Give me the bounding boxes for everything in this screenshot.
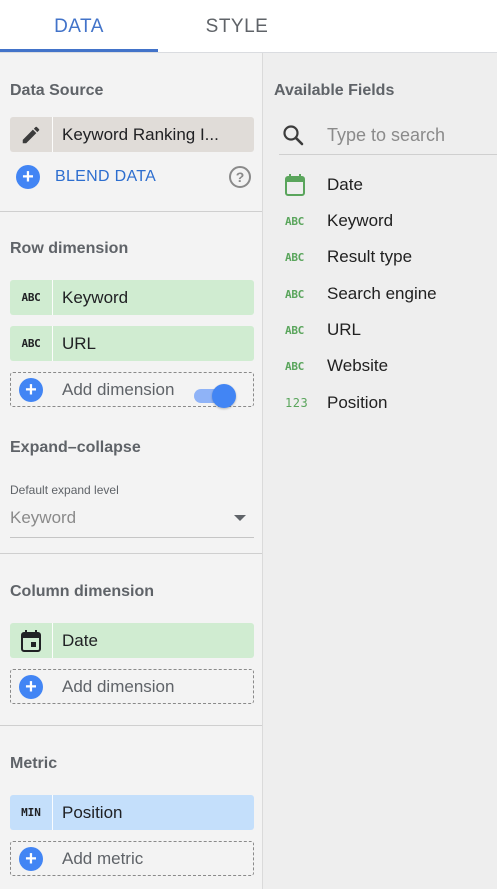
dimension-label: URL: [62, 333, 97, 353]
help-icon[interactable]: ?: [229, 166, 251, 188]
text-type-icon: ABC: [263, 251, 327, 264]
field-name: Search engine: [327, 284, 437, 303]
aggregation-min-icon[interactable]: MIN: [10, 795, 53, 830]
blend-data-label: BLEND DATA: [55, 168, 157, 185]
123-icon: 123: [285, 396, 309, 410]
calendar-icon: [10, 623, 53, 658]
field-item-search-engine[interactable]: ABC Search engine: [263, 277, 497, 311]
column-dimension-title: Column dimension: [10, 583, 154, 600]
field-name: Position: [327, 393, 388, 412]
text-type-icon: ABC: [263, 215, 327, 228]
search-input[interactable]: [327, 121, 497, 149]
add-circle-icon: +: [19, 674, 43, 699]
expand-collapse-title: Expand–collapse: [10, 439, 141, 456]
field-name: Result type: [327, 247, 413, 266]
add-circle-icon: +: [16, 165, 40, 189]
text-type-icon: ABC: [10, 280, 53, 315]
add-metric-label: Add metric: [62, 848, 144, 868]
available-fields-title: Available Fields: [274, 82, 395, 99]
field-name: URL: [327, 320, 362, 339]
text-type-icon: ABC: [263, 288, 327, 301]
data-source-title: Data Source: [10, 82, 104, 99]
add-circle-icon: +: [19, 377, 43, 402]
available-fields-panel: Available Fields Date ABC Keyword ABC Re…: [263, 53, 497, 889]
search-icon: [281, 123, 305, 152]
section-divider: [0, 553, 262, 554]
field-item-website[interactable]: ABC Website: [263, 349, 497, 383]
field-item-result-type[interactable]: ABC Result type: [263, 240, 497, 274]
tab-data[interactable]: DATA: [0, 0, 158, 53]
tab-style[interactable]: STYLE: [158, 0, 316, 53]
field-item-url[interactable]: ABC URL: [263, 313, 497, 347]
dimension-label: Keyword: [62, 287, 129, 307]
abc-icon: ABC: [285, 287, 304, 301]
add-column-dimension-button[interactable]: + Add dimension: [10, 669, 254, 704]
panel-tabs: DATA STYLE: [0, 0, 497, 53]
field-item-date[interactable]: Date: [263, 168, 497, 202]
text-type-icon: ABC: [10, 326, 53, 361]
add-dimension-label: Add dimension: [62, 379, 175, 399]
field-item-position[interactable]: 123 Position: [263, 386, 497, 420]
abc-icon: ABC: [285, 359, 304, 373]
edit-icon[interactable]: [10, 117, 53, 152]
abc-icon: ABC: [21, 337, 41, 350]
default-expand-level-select[interactable]: Keyword: [10, 505, 254, 538]
min-label: MIN: [21, 806, 41, 819]
section-divider: [0, 211, 262, 212]
text-type-icon: ABC: [263, 324, 327, 337]
expand-collapse-toggle[interactable]: [192, 383, 236, 409]
abc-icon: ABC: [285, 214, 304, 228]
add-metric-button[interactable]: + Add metric: [10, 841, 254, 876]
metric-label: Position: [62, 802, 123, 822]
dimension-label: Date: [62, 630, 98, 650]
default-expand-level-value: Keyword: [10, 508, 77, 527]
number-type-icon: 123: [263, 396, 327, 410]
abc-icon: ABC: [285, 323, 304, 337]
toggle-knob: [212, 384, 236, 408]
text-type-icon: ABC: [263, 360, 327, 373]
data-source-name: Keyword Ranking I...: [62, 124, 219, 144]
active-tab-indicator: [0, 49, 158, 52]
add-circle-icon: +: [19, 846, 43, 871]
field-name: Website: [327, 356, 389, 375]
abc-icon: ABC: [21, 291, 41, 304]
data-properties-panel: Data Source Keyword Ranking I... + BLEND…: [0, 53, 262, 889]
row-dimension-title: Row dimension: [10, 240, 129, 257]
field-item-keyword[interactable]: ABC Keyword: [263, 204, 497, 238]
abc-icon: ABC: [285, 250, 304, 264]
data-source-chip[interactable]: Keyword Ranking I...: [10, 117, 254, 152]
column-dimension-chip-date[interactable]: Date: [10, 623, 254, 658]
calendar-icon: [263, 174, 327, 196]
row-dimension-chip-keyword[interactable]: ABC Keyword: [10, 280, 254, 315]
section-divider: [0, 725, 262, 726]
field-name: Date: [327, 175, 363, 194]
row-dimension-chip-url[interactable]: ABC URL: [10, 326, 254, 361]
dropdown-arrow-icon: [234, 515, 246, 521]
add-dimension-label: Add dimension: [62, 676, 175, 696]
field-name: Keyword: [327, 211, 394, 230]
field-search: [279, 119, 497, 155]
metric-title: Metric: [10, 755, 58, 772]
default-expand-level-label: Default expand level: [10, 483, 119, 497]
metric-chip-position[interactable]: MIN Position: [10, 795, 254, 830]
blend-data-button[interactable]: + BLEND DATA: [16, 165, 156, 189]
